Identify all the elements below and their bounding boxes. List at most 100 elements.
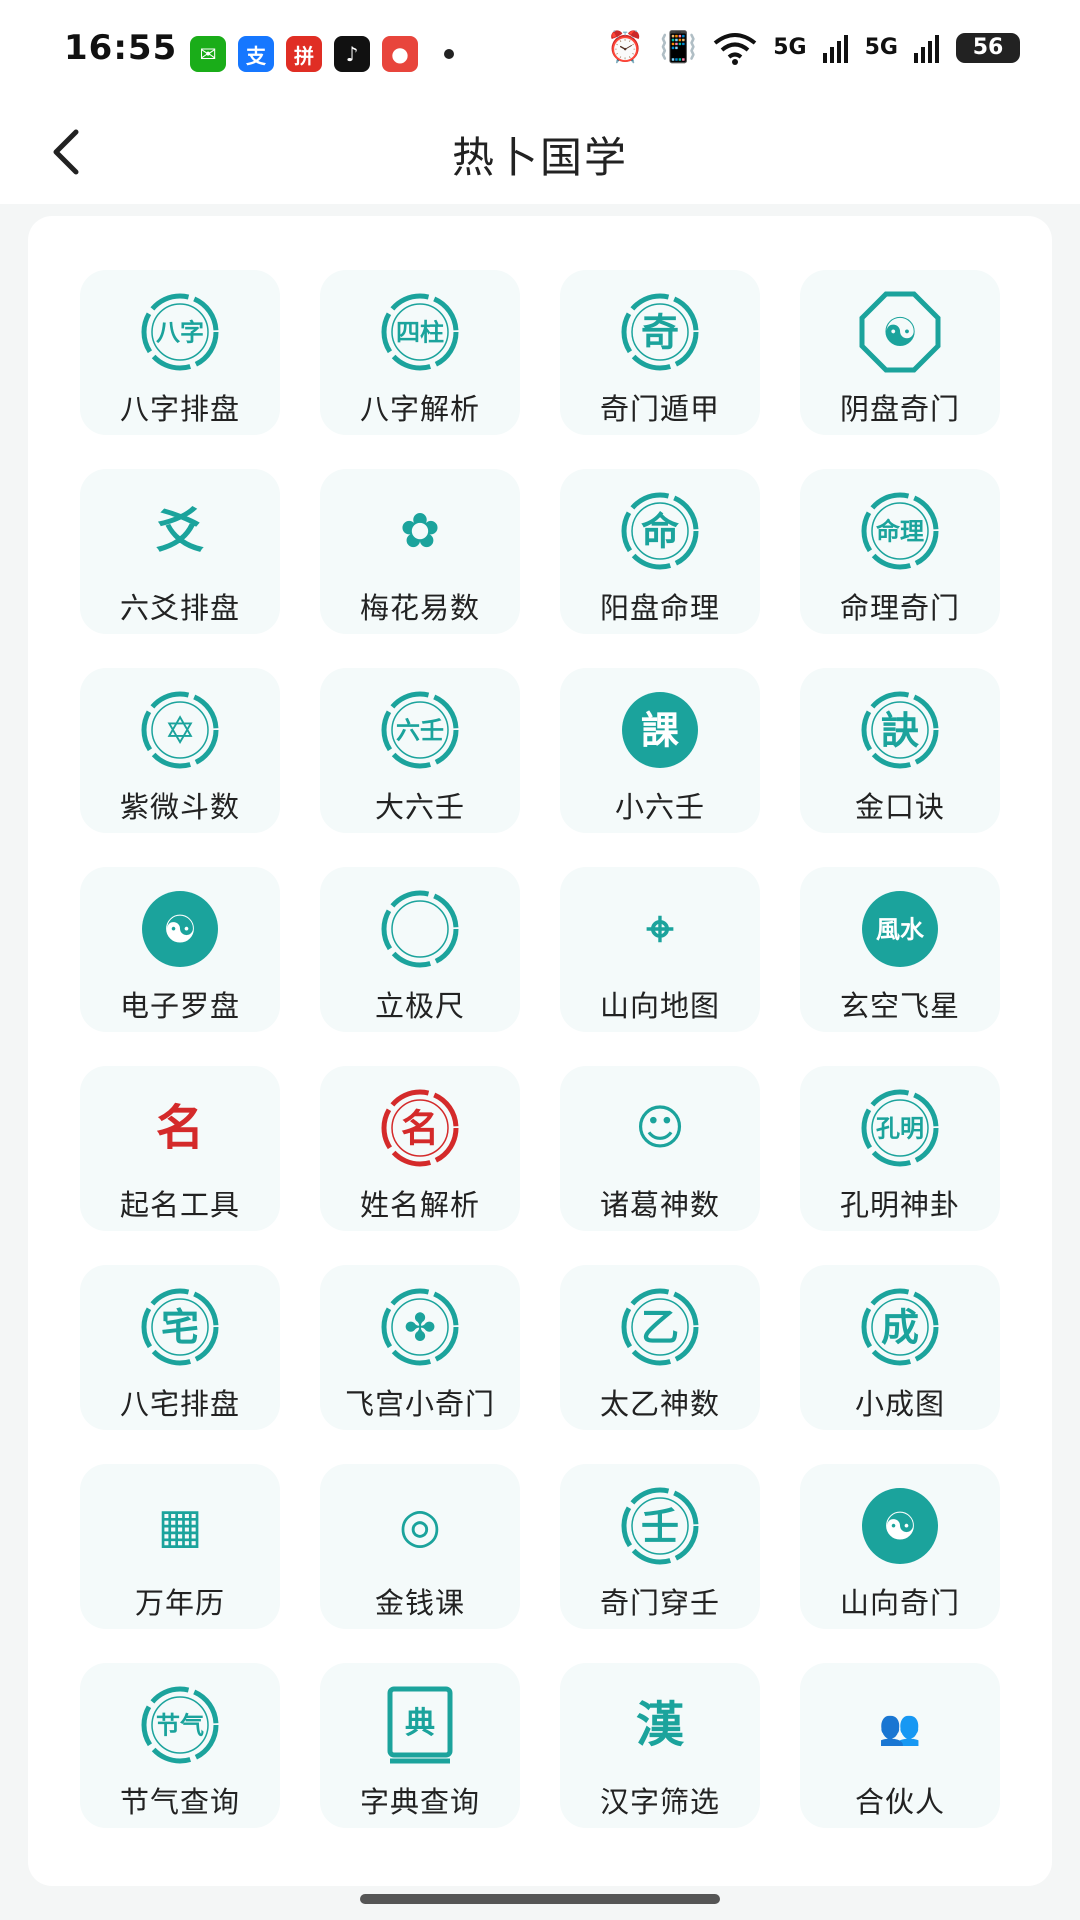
status-bar: 16:55 ✉ 支 拼 ♪ ● ⏰ 📳 5G 5G 56 xyxy=(0,0,1080,100)
yinyang-bagua-icon: ☯ xyxy=(858,290,942,374)
tool-tile[interactable]: 立极尺 xyxy=(320,867,520,1032)
tool-label: 阴盘奇门 xyxy=(839,392,960,426)
name-tool-icon: 名 xyxy=(138,1086,222,1170)
nav-bar: 热卜国学 xyxy=(0,100,1080,204)
svg-text:✿: ✿ xyxy=(400,503,440,559)
tool-tile[interactable]: 名姓名解析 xyxy=(320,1066,520,1231)
vibrate-icon: 📳 xyxy=(659,30,698,65)
signal-bars-icon xyxy=(822,34,848,63)
tool-tile[interactable]: 爻六爻排盘 xyxy=(80,469,280,634)
svg-text:☯: ☯ xyxy=(163,908,197,952)
svg-text:命理: 命理 xyxy=(876,518,924,546)
tool-label: 阳盘命理 xyxy=(599,591,720,625)
svg-text:風水: 風水 xyxy=(876,916,925,944)
svg-text:課: 課 xyxy=(641,709,679,753)
tool-label: 山向奇门 xyxy=(839,1586,960,1620)
tool-tile[interactable]: 宅八宅排盘 xyxy=(80,1265,280,1430)
svg-text:⌖: ⌖ xyxy=(646,901,673,957)
tool-label: 姓名解析 xyxy=(359,1188,480,1222)
kongming-seal-icon: 孔明 xyxy=(858,1086,942,1170)
dictionary-icon: 典 xyxy=(378,1683,462,1767)
shanxiang-yinyang-icon: ☯ xyxy=(858,1484,942,1568)
svg-text:奇: 奇 xyxy=(641,311,679,355)
ming-seal-icon: 命 xyxy=(618,489,702,573)
tool-tile[interactable]: 六壬 大六壬 xyxy=(320,668,520,833)
svg-text:孔明: 孔明 xyxy=(876,1115,924,1143)
wechat-icon: ✉ xyxy=(190,36,226,72)
yao-cross-icon: 爻 xyxy=(138,489,222,573)
tool-label: 太乙神数 xyxy=(599,1387,720,1421)
tool-tile[interactable]: 典字典查询 xyxy=(320,1663,520,1828)
tool-label: 电子罗盘 xyxy=(119,989,240,1023)
tool-tile[interactable]: ✿ 梅花易数 xyxy=(320,469,520,634)
tool-label: 山向地图 xyxy=(599,989,720,1023)
svg-text:☯: ☯ xyxy=(883,1505,917,1549)
tool-tile[interactable]: ☯ 电子罗盘 xyxy=(80,867,280,1032)
tool-tile[interactable]: 节气 节气查询 xyxy=(80,1663,280,1828)
system-indicators: ⏰ 📳 5G 5G 56 xyxy=(607,30,1020,65)
tool-tile[interactable]: 孔明 孔明神卦 xyxy=(800,1066,1000,1231)
qi-seal-icon: 奇 xyxy=(618,290,702,374)
tool-tile[interactable]: 風水 玄空飞星 xyxy=(800,867,1000,1032)
tool-label: 小成图 xyxy=(854,1387,945,1421)
svg-text:☺: ☺ xyxy=(635,1100,685,1156)
tool-tile[interactable]: ✤ 飞宫小奇门 xyxy=(320,1265,520,1430)
taiyi-seal-icon: 乙 xyxy=(618,1285,702,1369)
svg-text:漢: 漢 xyxy=(636,1697,685,1753)
name-cycle-icon: 名 xyxy=(378,1086,462,1170)
tool-label: 合伙人 xyxy=(854,1785,945,1819)
tool-label: 字典查询 xyxy=(359,1785,480,1819)
tool-tile[interactable]: ☯ 阴盘奇门 xyxy=(800,270,1000,435)
plum-blossom-icon: ✿ xyxy=(378,489,462,573)
tool-tile[interactable]: ▦ 万年历 xyxy=(80,1464,280,1629)
zhai-seal-icon: 宅 xyxy=(138,1285,222,1369)
tool-tile[interactable]: 課小六壬 xyxy=(560,668,760,833)
tool-tile[interactable]: ✡ 紫微斗数 xyxy=(80,668,280,833)
svg-text:六壬: 六壬 xyxy=(396,717,444,745)
tool-tile[interactable]: 八字 八字排盘 xyxy=(80,270,280,435)
svg-text:八字: 八字 xyxy=(156,319,204,347)
tool-label: 万年历 xyxy=(134,1586,225,1620)
tool-tile[interactable]: 名起名工具 xyxy=(80,1066,280,1231)
tool-tile[interactable]: ⌖ 山向地图 xyxy=(560,867,760,1032)
svg-text:名: 名 xyxy=(401,1107,439,1151)
shop-icon: 拼 xyxy=(286,36,322,72)
tool-tile[interactable]: 成小成图 xyxy=(800,1265,1000,1430)
zhuge-portrait-icon: ☺ xyxy=(618,1086,702,1170)
tool-label: 玄空飞星 xyxy=(839,989,960,1023)
jieqi-seal-icon: 节气 xyxy=(138,1683,222,1767)
tool-tile[interactable]: 乙太乙神数 xyxy=(560,1265,760,1430)
tool-tile[interactable]: 壬奇门穿壬 xyxy=(560,1464,760,1629)
tool-tile[interactable]: 命理 命理奇门 xyxy=(800,469,1000,634)
tool-tile[interactable]: ◎ 金钱课 xyxy=(320,1464,520,1629)
tool-label: 金口诀 xyxy=(854,790,945,824)
page-title: 热卜国学 xyxy=(451,133,628,182)
tool-tile[interactable]: 訣金口诀 xyxy=(800,668,1000,833)
map-location-icon: ⌖ xyxy=(618,887,702,971)
sizhu-seal-icon: 四柱 xyxy=(378,290,462,374)
svg-text:乙: 乙 xyxy=(641,1306,679,1350)
tool-tile[interactable]: 命阳盘命理 xyxy=(560,469,760,634)
alarm-icon: ⏰ xyxy=(606,30,644,65)
tool-label: 八字解析 xyxy=(359,392,480,426)
tools-grid: 八字八字排盘 四柱八字解析 奇奇门遁甲 ☯ 阴盘奇门 爻六爻排盘 ✿ 梅花易数 命阳… xyxy=(80,270,1000,1828)
tool-label: 命理奇门 xyxy=(839,591,960,625)
tool-tile[interactable]: 漢汉字筛选 xyxy=(560,1663,760,1828)
svg-text:成: 成 xyxy=(881,1306,919,1350)
tool-label: 八宅排盘 xyxy=(119,1387,240,1421)
tool-tile[interactable]: ☯ 山向奇门 xyxy=(800,1464,1000,1629)
tool-tile[interactable]: 四柱 八字解析 xyxy=(320,270,520,435)
ren-seal-icon: 壬 xyxy=(618,1484,702,1568)
calendar-icon: ▦ xyxy=(138,1484,222,1568)
tool-tile[interactable]: ☺ 诸葛神数 xyxy=(560,1066,760,1231)
svg-text:节气: 节气 xyxy=(156,1712,204,1740)
status-time: 16:55 xyxy=(64,28,178,68)
tool-label: 八字排盘 xyxy=(119,392,240,426)
tool-label: 节气查询 xyxy=(119,1785,240,1819)
tool-tile[interactable]: 👥 合伙人 xyxy=(800,1663,1000,1828)
tool-label: 立极尺 xyxy=(374,989,465,1023)
tool-tile[interactable]: 奇奇门遁甲 xyxy=(560,270,760,435)
feigong-seal-icon: ✤ xyxy=(378,1285,462,1369)
home-indicator[interactable] xyxy=(360,1894,720,1904)
signal-5g-icon: 5G xyxy=(773,35,807,60)
